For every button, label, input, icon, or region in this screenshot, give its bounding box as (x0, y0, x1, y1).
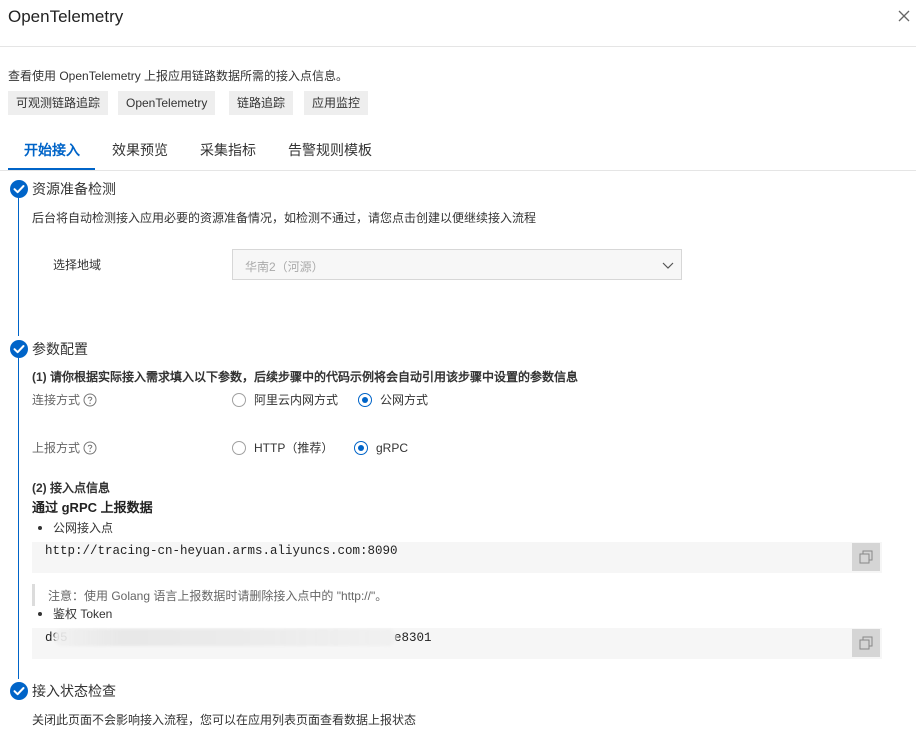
chevron-down-icon (662, 259, 674, 271)
panel-title: OpenTelemetry (8, 7, 123, 27)
tag-app-monitoring[interactable]: 应用监控 (304, 91, 368, 115)
region-select-value: 华南2（河源） (245, 258, 324, 275)
radio-intranet[interactable] (232, 393, 246, 407)
step-title-params: 参数配置 (32, 340, 88, 358)
tag-opentelemetry[interactable]: OpenTelemetry (118, 91, 215, 115)
check-circle-icon (10, 340, 28, 358)
bullet (38, 612, 42, 616)
radio-grpc-label[interactable]: gRPC (376, 441, 408, 455)
radio-intranet-label[interactable]: 阿里云内网方式 (254, 393, 338, 407)
tab-metrics[interactable]: 采集指标 (200, 141, 256, 159)
copy-token-button[interactable] (852, 629, 880, 657)
question-circle-icon[interactable] (83, 393, 97, 407)
golang-note: 注意：使用 Golang 语言上报数据时请删除接入点中的 "http://"。 (48, 589, 387, 603)
token-suffix: e8301 (394, 631, 432, 645)
token-label: 鉴权 Token (53, 607, 112, 621)
params-subtitle: (1) 请你根据实际接入需求填入以下参数，后续步骤中的代码示例将会自动引用该步骤… (32, 370, 578, 384)
copy-icon (859, 550, 873, 564)
step-title-status-check: 接入状态检查 (32, 682, 116, 700)
region-select[interactable]: 华南2（河源） (232, 249, 682, 280)
status-description: 关闭此页面不会影响接入流程，您可以在应用列表页面查看数据上报状态 (32, 713, 416, 727)
step-line (18, 358, 19, 679)
copy-icon (859, 636, 873, 650)
header-divider (0, 46, 916, 47)
endpoint-label: 公网接入点 (53, 521, 113, 535)
step-title-resource-check: 资源准备检测 (32, 180, 116, 198)
connection-label: 连接方式 (32, 393, 80, 407)
radio-public-label[interactable]: 公网方式 (380, 393, 428, 407)
radio-http-label[interactable]: HTTP（推荐） (254, 441, 333, 455)
panel-description: 查看使用 OpenTelemetry 上报应用链路数据所需的接入点信息。 (8, 69, 348, 83)
radio-grpc[interactable] (354, 441, 368, 455)
radio-http[interactable] (232, 441, 246, 455)
endpoint-subtitle: (2) 接入点信息 (32, 481, 110, 495)
tab-start-integration[interactable]: 开始接入 (24, 141, 80, 159)
endpoint-value: http://tracing-cn-heyuan.arms.aliyuncs.c… (45, 544, 398, 558)
step-description: 后台将自动检测接入应用必要的资源准备情况，如检测不通过，请您点击创建以便继续接入… (32, 211, 536, 225)
tab-alert-templates[interactable]: 告警规则模板 (288, 141, 372, 159)
question-circle-icon[interactable] (83, 441, 97, 455)
step-line (18, 198, 19, 336)
tab-preview[interactable]: 效果预览 (112, 141, 168, 159)
tag-tracing[interactable]: 链路追踪 (229, 91, 293, 115)
token-redaction-mask (54, 629, 396, 646)
check-circle-icon (10, 180, 28, 198)
radio-public[interactable] (358, 393, 372, 407)
copy-endpoint-button[interactable] (852, 543, 880, 571)
bullet (38, 526, 42, 530)
note-bar (32, 584, 35, 606)
close-icon[interactable] (897, 9, 911, 23)
endpoint-codebox: http://tracing-cn-heyuan.arms.aliyuncs.c… (32, 542, 882, 573)
tabs-divider (0, 170, 916, 171)
region-label: 选择地域 (53, 258, 101, 272)
tag-observable-tracing[interactable]: 可观测链路追踪 (8, 91, 108, 115)
grpc-heading: 通过 gRPC 上报数据 (32, 500, 153, 516)
check-circle-icon (10, 682, 28, 700)
report-label: 上报方式 (32, 441, 80, 455)
